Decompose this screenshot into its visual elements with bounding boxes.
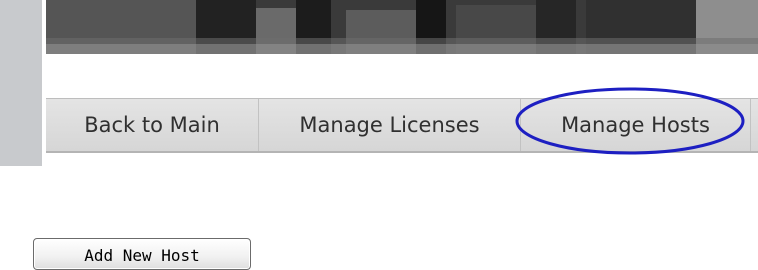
header-banner-image xyxy=(46,0,758,54)
left-sidebar-strip xyxy=(0,0,42,166)
banner-photo xyxy=(46,0,758,54)
main-navigation-bar: Back to Main Manage Licenses Manage Host… xyxy=(46,98,758,153)
nav-tab-manage-licenses[interactable]: Manage Licenses xyxy=(259,99,521,151)
nav-tab-back-to-main[interactable]: Back to Main xyxy=(46,99,259,151)
add-new-host-button[interactable]: Add New Host xyxy=(33,238,251,270)
nav-tab-manage-hosts[interactable]: Manage Hosts xyxy=(521,99,751,151)
